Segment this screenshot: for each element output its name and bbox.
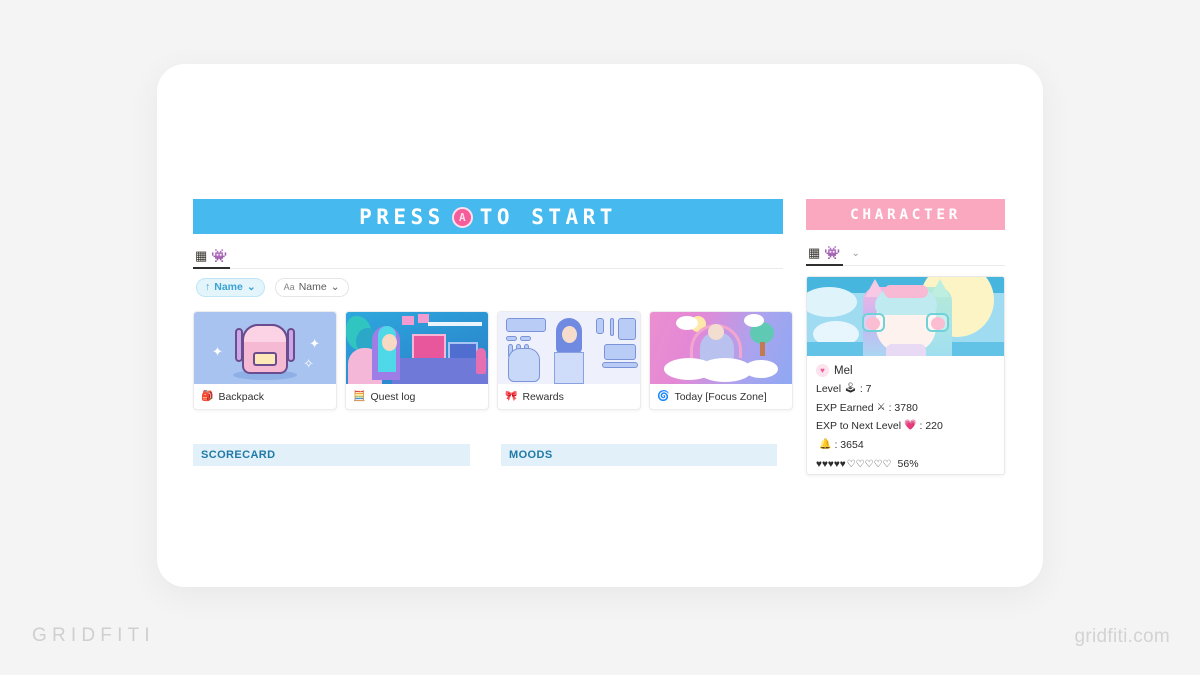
character-card[interactable]: ♥ Mel Level 🕹 : 7 EXP Earned ⚔ : 3780 EX… bbox=[806, 276, 1005, 475]
gallery-card-today-focus-zone[interactable]: 🌀 Today [Focus Zone] bbox=[649, 311, 793, 410]
character-portrait bbox=[807, 277, 1004, 356]
abacus-emoji: 🧮 bbox=[353, 390, 366, 402]
gallery-card-title: Rewards bbox=[522, 390, 564, 403]
today-focus-zone-thumbnail bbox=[650, 312, 792, 384]
stat-label: EXP Earned bbox=[816, 401, 874, 414]
property-chip-name[interactable]: Aa Name ⌄ bbox=[274, 278, 349, 297]
main-view-tabstrip: ▦ 👾 bbox=[193, 243, 783, 269]
gallery-card-label: 🎒 Backpack bbox=[194, 384, 336, 409]
hearts-empty: ♡♡♡♡♡ bbox=[846, 458, 892, 470]
character-stats: ♥ Mel Level 🕹 : 7 EXP Earned ⚔ : 3780 EX… bbox=[807, 356, 1004, 470]
sword-emoji: ⚔ bbox=[876, 401, 886, 413]
gallery-card-backpack[interactable]: ✦ ✦ ✧ 🎒 Backpack bbox=[193, 311, 337, 410]
stat-label: Level bbox=[816, 383, 842, 395]
stat-exp-earned: EXP Earned ⚔ : 3780 bbox=[816, 401, 995, 414]
backpack-thumbnail: ✦ ✦ ✧ bbox=[194, 312, 336, 384]
grid-icon: ▦ bbox=[808, 245, 821, 260]
banner-text-after: TO START bbox=[479, 204, 617, 229]
gallery-card-label: 🎀 Rewards bbox=[498, 384, 640, 409]
character-banner-label: CHARACTER bbox=[850, 206, 961, 223]
sort-chip-name[interactable]: ↑ Name ⌄ bbox=[196, 278, 265, 297]
stat-value: 3780 bbox=[894, 401, 918, 414]
section-header-label: SCORECARD bbox=[201, 449, 276, 461]
stat-value: 3654 bbox=[840, 438, 864, 451]
grid-icon: ▦ bbox=[195, 248, 208, 263]
stat-value: 7 bbox=[865, 383, 872, 395]
backpack-emoji: 🎒 bbox=[201, 390, 214, 402]
tab-grid-view[interactable]: ▦ 👾 bbox=[193, 248, 231, 269]
character-name-row: ♥ Mel bbox=[816, 364, 995, 377]
gallery-card-label: 🌀 Today [Focus Zone] bbox=[650, 384, 792, 409]
character-view-tabstrip: ▦ 👾 ⌄ bbox=[806, 241, 1005, 266]
property-chip-label: Name bbox=[298, 281, 327, 294]
filter-chip-group: ↑ Name ⌄ Aa Name ⌄ bbox=[196, 278, 349, 297]
character-name: Mel bbox=[834, 364, 853, 377]
watermark-left: GRIDFITI bbox=[32, 625, 155, 646]
pink-heart-emoji: 💗 bbox=[904, 420, 917, 432]
stat-level: Level 🕹 : 7 bbox=[816, 384, 995, 395]
press-a-to-start-banner: PRESS A TO START bbox=[193, 199, 783, 234]
watermark-right: gridfiti.com bbox=[1074, 626, 1170, 647]
text-size-icon: Aa bbox=[283, 282, 295, 292]
sort-ascending-icon: ↑ bbox=[205, 281, 211, 294]
section-header-moods[interactable]: MOODS bbox=[501, 444, 777, 466]
bell-emoji: 🔔 bbox=[819, 438, 832, 450]
joystick-emoji: 🕹 bbox=[844, 383, 857, 395]
gallery-card-row: ✦ ✦ ✧ 🎒 Backpack 🧮 Quest log 🎀 Rewards 🌀… bbox=[193, 311, 793, 410]
space-invader-icon: 👾 bbox=[824, 245, 841, 260]
stat-value: 220 bbox=[925, 420, 943, 432]
tab-grid-view-character[interactable]: ▦ 👾 bbox=[806, 245, 844, 266]
a-button-badge: A bbox=[451, 207, 473, 228]
gallery-card-title: Quest log bbox=[370, 390, 416, 403]
chevron-down-icon[interactable]: ⌄ bbox=[851, 249, 859, 265]
cyclone-emoji: 🌀 bbox=[657, 390, 670, 402]
section-header-scorecard[interactable]: SCORECARD bbox=[193, 444, 470, 466]
gallery-card-title: Today [Focus Zone] bbox=[674, 390, 767, 403]
stat-exp-to-next-level: EXP to Next Level 💗 : 220 bbox=[816, 421, 995, 432]
stat-label: EXP to Next Level bbox=[816, 420, 902, 432]
rewards-thumbnail bbox=[498, 312, 640, 384]
space-invader-icon: 👾 bbox=[211, 248, 228, 263]
hearts-filled: ♥♥♥♥♥ bbox=[816, 458, 846, 470]
stat-bell-count: 🔔 : 3654 bbox=[816, 438, 995, 451]
gallery-card-rewards[interactable]: 🎀 Rewards bbox=[497, 311, 641, 410]
quest-log-thumbnail bbox=[346, 312, 488, 384]
heart-icon: ♥ bbox=[816, 364, 829, 377]
section-header-label: MOODS bbox=[509, 449, 553, 461]
gallery-card-quest-log[interactable]: 🧮 Quest log bbox=[345, 311, 489, 410]
chevron-down-icon: ⌄ bbox=[330, 281, 340, 294]
screenshot-root: GRIDFITI gridfiti.com PRESS A TO START ▦… bbox=[0, 0, 1200, 675]
chevron-down-icon: ⌄ bbox=[246, 281, 256, 294]
gallery-card-title: Backpack bbox=[218, 390, 264, 403]
banner-text-before: PRESS bbox=[359, 204, 445, 229]
progress-percent: 56% bbox=[897, 458, 919, 470]
sort-chip-label: Name bbox=[214, 281, 243, 294]
ribbon-emoji: 🎀 bbox=[505, 390, 518, 402]
progress-hearts: ♥♥♥♥♥ ♡♡♡♡♡ 56% bbox=[816, 458, 995, 470]
gallery-card-label: 🧮 Quest log bbox=[346, 384, 488, 409]
character-banner: CHARACTER bbox=[806, 199, 1005, 230]
